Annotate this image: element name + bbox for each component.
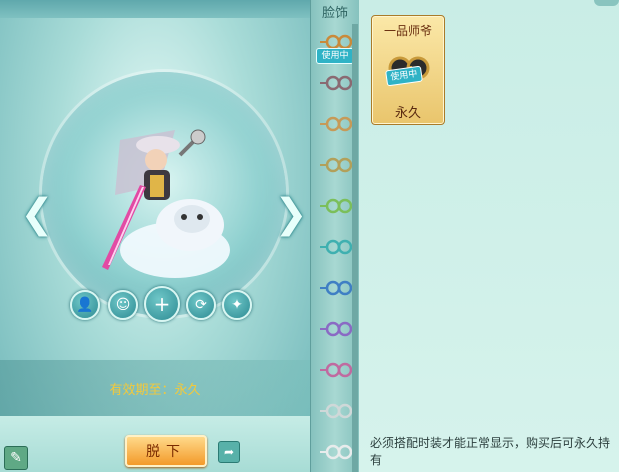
item-name: 一品师爷 bbox=[383, 24, 432, 38]
remove-button-label: 脱下 bbox=[146, 444, 186, 460]
character-model[interactable] bbox=[80, 115, 230, 285]
plus-icon[interactable]: + bbox=[144, 286, 180, 322]
face-icon[interactable]: ☺ bbox=[108, 290, 138, 320]
purchase-note: 必须搭配时装才能正常显示，购买后可永久持有 bbox=[370, 436, 611, 467]
swatch-glasses-icon[interactable] bbox=[318, 196, 352, 216]
item-duration: 永久 bbox=[394, 106, 421, 121]
swatch-glasses-icon[interactable] bbox=[318, 319, 352, 339]
category-scrollbar[interactable] bbox=[352, 24, 358, 472]
validity-text: 有效期至：永久 bbox=[109, 382, 201, 398]
share-icon[interactable]: ➦ bbox=[218, 441, 240, 463]
corner-handle[interactable] bbox=[594, 0, 619, 6]
arrow-right-icon[interactable]: ❯ bbox=[274, 190, 308, 238]
swatch-glasses-icon[interactable] bbox=[318, 114, 352, 134]
action-row: 👤 ☺ + ⟳ ✦ bbox=[70, 286, 256, 322]
swatch-glasses-icon[interactable] bbox=[318, 155, 352, 175]
category-in-use-badge: 使用中 bbox=[316, 48, 354, 64]
remove-button[interactable]: 脱下 bbox=[125, 435, 207, 467]
edit-icon[interactable]: ✎ bbox=[4, 446, 28, 470]
swatch-glasses-icon[interactable] bbox=[318, 360, 352, 380]
person-icon[interactable]: 👤 bbox=[70, 290, 100, 320]
validity-bar: 有效期至：永久 bbox=[0, 360, 310, 416]
swatch-glasses-icon[interactable] bbox=[318, 73, 352, 93]
swatch-glasses-icon[interactable] bbox=[318, 278, 352, 298]
swatch-glasses-icon[interactable] bbox=[318, 442, 352, 462]
arrow-left-icon[interactable]: ❮ bbox=[20, 190, 54, 238]
swatch-glasses-icon[interactable] bbox=[318, 401, 352, 421]
swatch-glasses-icon[interactable] bbox=[318, 237, 352, 257]
preview-panel: ❮ ❯ 👤 ☺ + ⟳ ✦ 有效期至：永久 bbox=[0, 0, 310, 472]
item-card[interactable]: 一品师爷 使用中 永久 bbox=[371, 15, 445, 125]
category-title[interactable]: 脸饰 bbox=[311, 4, 359, 24]
outfit-icon[interactable]: ✦ bbox=[222, 290, 252, 320]
rotate-icon[interactable]: ⟳ bbox=[186, 290, 216, 320]
preview-top-strip bbox=[0, 0, 310, 18]
